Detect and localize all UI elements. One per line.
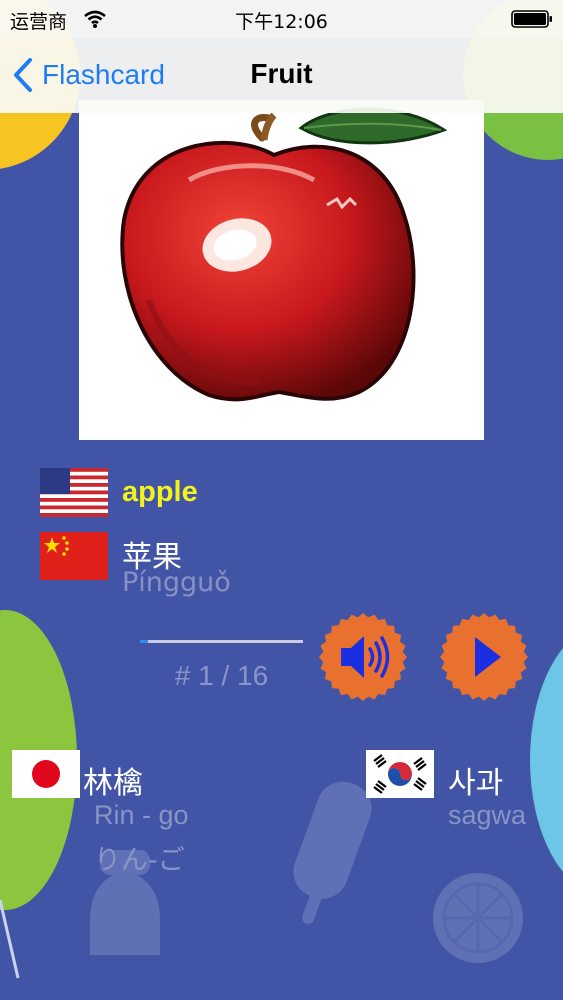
status-bar: 运营商 下午12:06 — [0, 0, 563, 38]
progress-slider[interactable] — [140, 640, 303, 643]
page-title: Fruit — [250, 58, 313, 89]
japanese-kana: りん-ご — [94, 845, 185, 876]
apple-illustration — [120, 107, 448, 402]
navigation-bar: Flashcard Fruit — [0, 38, 563, 113]
japan-flag-icon — [12, 750, 80, 798]
battery-icon — [511, 10, 552, 28]
play-button[interactable] — [439, 612, 529, 702]
status-time: 下午12:06 — [235, 11, 328, 33]
korea-flag-icon — [366, 750, 434, 798]
japanese-romanization: Rin - go — [94, 800, 189, 830]
progress-fill — [140, 640, 149, 643]
china-flag-icon — [40, 532, 108, 580]
us-flag-icon — [40, 468, 108, 517]
speaker-button[interactable] — [318, 612, 408, 702]
japanese-word: 林檎 — [83, 766, 143, 801]
korean-romanization: sagwa — [448, 800, 527, 830]
flashcard-image — [79, 100, 484, 440]
english-word: apple — [122, 476, 198, 508]
korean-word: 사과 — [448, 766, 504, 801]
chinese-romanization: Píngguǒ — [122, 567, 231, 598]
card-counter: # 1 / 16 — [174, 660, 269, 691]
